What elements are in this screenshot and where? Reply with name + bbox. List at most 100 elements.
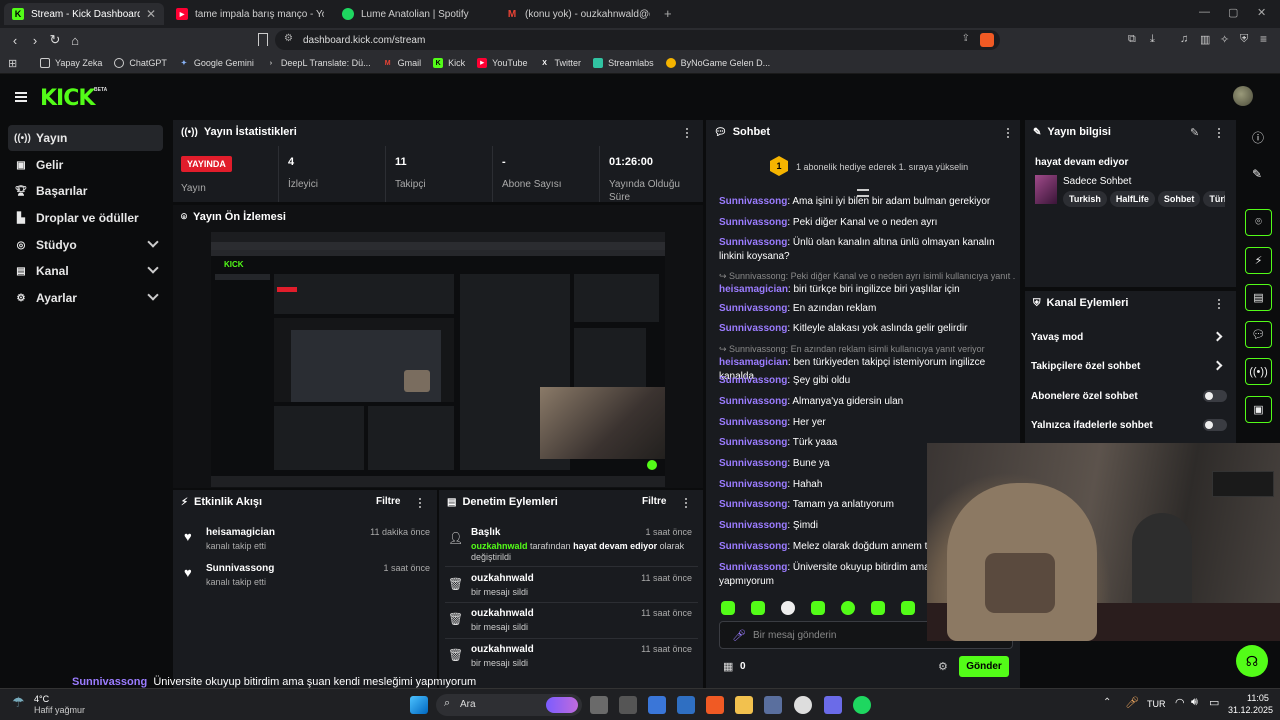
bookmark-streamlabs[interactable]: Streamlabs <box>593 58 654 68</box>
url-field[interactable]: ⚙ dashboard.kick.com/stream ⇪ <box>275 30 1000 50</box>
app-icon[interactable] <box>794 696 812 714</box>
emote-icon[interactable] <box>811 601 825 615</box>
sidebar-item-yayin[interactable]: ((•)) Yayın <box>8 125 163 151</box>
more-options-icon[interactable] <box>681 496 691 510</box>
bookmark-twitter[interactable]: X Twitter <box>540 58 581 68</box>
tag[interactable]: Turkish <box>1063 191 1107 207</box>
windows-start-icon[interactable] <box>410 696 428 714</box>
weather-temp[interactable]: 4°C <box>34 694 49 704</box>
downloads-icon[interactable]: ⤓ <box>1150 33 1155 46</box>
bookmark-bynogame[interactable]: ByNoGame Gelen D... <box>665 58 770 68</box>
store-icon[interactable] <box>764 696 782 714</box>
stream-preview-video[interactable]: KICK <box>211 232 665 487</box>
activity-user[interactable]: Sunnivassong <box>206 563 274 574</box>
close-window-icon[interactable]: ✕ <box>1257 6 1266 19</box>
sidebar-item-studyo[interactable]: ◎ Stüdyo <box>8 232 163 258</box>
app-icon[interactable] <box>824 696 842 714</box>
media-icon[interactable]: ♫ <box>1180 33 1188 45</box>
category-thumbnail[interactable] <box>1035 175 1057 204</box>
sidebar-item-kanal[interactable]: ▤ Kanal <box>8 258 163 284</box>
back-icon[interactable]: ‹ <box>5 30 25 50</box>
tag[interactable]: HalfLife <box>1109 191 1155 207</box>
wifi-icon[interactable]: ◠ <box>1175 696 1185 709</box>
task-view-icon[interactable] <box>590 696 608 714</box>
bookmark-page-icon[interactable] <box>258 33 268 46</box>
bookmark-gmail[interactable]: M Gmail <box>383 58 421 68</box>
activity-user[interactable]: heisamagician <box>206 527 275 538</box>
taskbar-search[interactable]: ⌕ Ara <box>436 694 582 716</box>
chat-username[interactable]: heisamagician <box>719 284 788 295</box>
new-tab-icon[interactable]: + <box>664 6 672 21</box>
bookmark-chatgpt[interactable]: ChatGPT <box>114 58 167 68</box>
subscribers-only-toggle[interactable] <box>1203 390 1227 402</box>
emote-icon[interactable] <box>901 601 915 615</box>
more-options-icon[interactable] <box>1003 126 1013 140</box>
chat-username[interactable]: Sunnivassong <box>719 499 787 510</box>
weather-icon[interactable]: ☂ <box>12 694 25 711</box>
pencil-icon[interactable]: ✎ <box>1252 167 1262 181</box>
sidebar-item-gelir[interactable]: ▣ Gelir <box>8 152 163 178</box>
chat-username[interactable]: Sunnivassong <box>719 458 787 469</box>
emote-icon[interactable] <box>781 601 795 615</box>
chat-username[interactable]: Sunnivassong <box>719 323 787 334</box>
channel-action-followers-only[interactable]: Takipçilere özel sohbet <box>1031 356 1227 376</box>
minimize-window-icon[interactable]: — <box>1199 6 1210 18</box>
tab-youtube[interactable]: ▶ tame impala barış manço - YouTube <box>168 3 332 25</box>
emote-icon[interactable] <box>721 601 735 615</box>
tab-kick-dashboard[interactable]: K Stream - Kick Dashboard ✕ <box>4 3 164 25</box>
bookmark-deepl[interactable]: › DeepL Translate: Dü... <box>266 58 371 68</box>
edge-icon[interactable] <box>677 696 695 714</box>
sidebar-item-basarilar[interactable]: 🏆︎ Başarılar <box>8 178 163 204</box>
chat-username[interactable]: Sunnivassong <box>719 375 787 386</box>
hamburger-menu-icon[interactable] <box>15 92 27 102</box>
more-options-icon[interactable] <box>1214 126 1224 140</box>
preview-toggle-icon[interactable]: ⌾ <box>1245 209 1272 236</box>
tag[interactable]: Türkç <box>1203 191 1225 207</box>
chat-username[interactable]: Sunnivassong <box>719 196 787 207</box>
tag[interactable]: Sohbet <box>1157 191 1201 207</box>
tab-gmail[interactable]: M (konu yok) - ouzkahnwald@gmail.co <box>498 3 658 25</box>
weather-desc[interactable]: Hafif yağmur <box>34 705 85 715</box>
clock-time[interactable]: 11:05 <box>1247 693 1269 703</box>
chat-username[interactable]: heisamagician <box>719 357 788 368</box>
vpn-icon[interactable]: ⛨ <box>1240 33 1248 46</box>
edit-info-icon[interactable]: ✎ <box>1190 126 1199 139</box>
battery-icon[interactable]: ▭ <box>1209 696 1219 709</box>
spotify-icon[interactable] <box>853 696 871 714</box>
leo-ai-icon[interactable]: ✧ <box>1220 33 1229 46</box>
broadcast-toggle-icon[interactable]: ((•)) <box>1245 358 1272 385</box>
extensions-icon[interactable]: ⧉ <box>1128 33 1136 46</box>
forward-icon[interactable]: › <box>25 30 45 50</box>
chat-username[interactable]: Sunnivassong <box>719 541 787 552</box>
support-headset-icon[interactable]: ☊ <box>1236 645 1268 677</box>
tab-spotify[interactable]: Lume Anatolian | Spotify <box>334 3 498 25</box>
send-button[interactable]: Gönder <box>959 656 1009 677</box>
moderation-user[interactable]: ouzkahnwald <box>471 541 528 551</box>
bookmark-yapay-zeka[interactable]: Yapay Zeka <box>40 58 102 68</box>
activity-toggle-icon[interactable]: ⚡︎ <box>1245 247 1272 274</box>
tray-chevron-icon[interactable]: ⌃ <box>1103 697 1111 708</box>
chat-toggle-icon[interactable]: 💬︎ <box>1245 321 1272 348</box>
volume-icon[interactable]: 🔊︎ <box>1191 696 1198 709</box>
moderation-toggle-icon[interactable]: ▤ <box>1245 284 1272 311</box>
chat-username[interactable]: Sunnivassong <box>719 437 787 448</box>
moderation-user[interactable]: ouzkahnwald <box>471 644 534 655</box>
brave-shields-icon[interactable] <box>980 33 994 47</box>
filter-button[interactable]: Filtre <box>642 496 666 507</box>
bookmark-kick[interactable]: K Kick <box>433 58 465 68</box>
emote-icon[interactable] <box>841 601 855 615</box>
chat-username[interactable]: Sunnivassong <box>719 303 787 314</box>
emote-icon[interactable] <box>871 601 885 615</box>
chat-settings-icon[interactable]: ⚙ <box>938 660 948 673</box>
points-icon[interactable]: ▦ <box>723 660 733 673</box>
more-options-icon[interactable] <box>1214 297 1224 311</box>
emote-icon[interactable] <box>751 601 765 615</box>
chat-username[interactable]: Sunnivassong <box>719 479 787 490</box>
close-tab-icon[interactable]: ✕ <box>146 7 156 21</box>
reload-icon[interactable]: ↻ <box>45 30 65 50</box>
chat-username[interactable]: Sunnivassong <box>719 237 787 248</box>
avatar[interactable] <box>1233 86 1253 106</box>
microphone-in-use-icon[interactable]: 🎤︎ <box>1125 696 1139 709</box>
filter-button[interactable]: Filtre <box>376 496 400 507</box>
chat-username[interactable]: Sunnivassong <box>719 217 787 228</box>
